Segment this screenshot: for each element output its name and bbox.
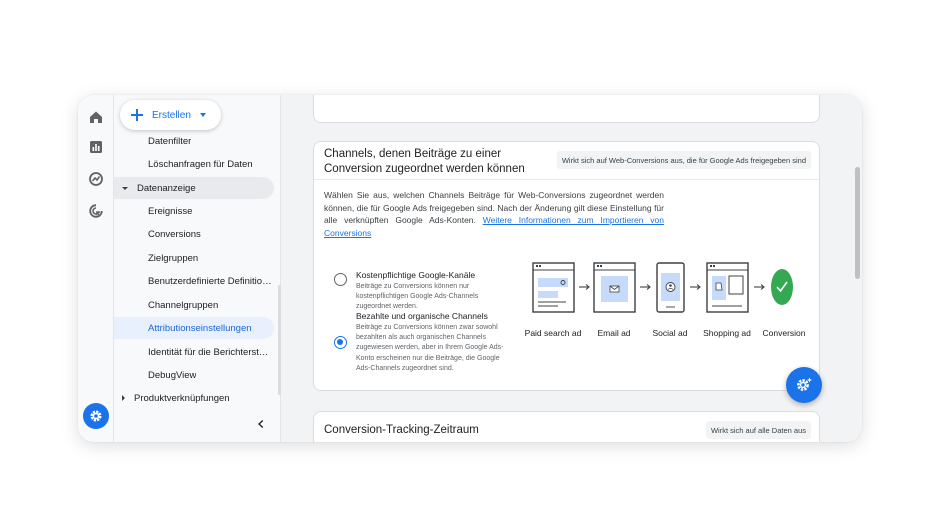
- flow-label-social: Social ad: [652, 328, 688, 338]
- conversion-check-icon: [771, 269, 793, 305]
- caret-down-icon: [199, 113, 206, 117]
- nav-group-produktverknuepfungen[interactable]: Produktverknüpfungen: [114, 387, 274, 409]
- option-paid-google-channels[interactable]: Kostenpflichtige Google-Kanäle Beiträge …: [334, 269, 506, 313]
- paid-search-window-icon: [532, 262, 575, 313]
- admin-navigation: Datenfilter Löschanfragen für Daten Date…: [114, 95, 281, 442]
- nav-item-datenfilter[interactable]: Datenfilter: [114, 130, 274, 152]
- nav-item-identitaet-berichterstellung[interactable]: Identität für die Berichterstellung: [114, 341, 274, 363]
- collapse-nav-button[interactable]: [254, 417, 268, 431]
- attribution-flow-illustration: Paid search ad Email ad Social ad Shoppi…: [524, 262, 818, 342]
- gear-icon: [90, 410, 102, 422]
- nav-item-debugview[interactable]: DebugView: [114, 364, 274, 386]
- nav-item-channelgruppen[interactable]: Channelgruppen: [114, 294, 274, 316]
- radio-paid-google-channels[interactable]: [334, 273, 347, 286]
- help-fab-button[interactable]: [786, 367, 822, 403]
- admin-gear-button[interactable]: [83, 403, 109, 429]
- explore-icon[interactable]: [86, 169, 106, 189]
- radio-paid-and-organic-channels[interactable]: [334, 336, 347, 349]
- chevron-left-icon: [257, 419, 264, 429]
- nav-item-ereignisse[interactable]: Ereignisse: [114, 200, 274, 222]
- settings-sparkle-icon: [797, 377, 812, 391]
- main-content: Channels, denen Beiträge zu einer Conver…: [281, 95, 862, 442]
- reports-icon[interactable]: [86, 137, 106, 157]
- nav-item-zielgruppen[interactable]: Zielgruppen: [114, 247, 274, 269]
- flow-label-shopping: Shopping ad: [703, 328, 751, 338]
- nav-group-datenanzeige[interactable]: Datenanzeige: [114, 177, 274, 199]
- email-window-icon: [593, 262, 636, 313]
- flow-label-paid-search: Paid search ad: [524, 328, 582, 338]
- nav-item-benutzerdefinierte-definitionen[interactable]: Benutzerdefinierte Definitionen: [114, 270, 274, 292]
- main-scrollbar[interactable]: [855, 167, 860, 279]
- channels-card: Channels, denen Beiträge zu einer Conver…: [313, 141, 820, 391]
- arrow-icon: [690, 284, 701, 290]
- arrow-icon: [754, 284, 765, 290]
- home-icon[interactable]: [86, 107, 106, 127]
- advertising-icon[interactable]: [86, 201, 106, 221]
- option-paid-and-organic-channels[interactable]: Bezahlte und organische Channels Beiträg…: [334, 310, 506, 374]
- plus-icon: [131, 109, 143, 121]
- shopping-window-icon: [706, 262, 749, 313]
- conversion-period-title: Conversion-Tracking-Zeitraum: [324, 424, 479, 436]
- nav-item-loeschanfragen[interactable]: Löschanfragen für Daten: [114, 153, 274, 175]
- app-window: Datenfilter Löschanfragen für Daten Date…: [78, 95, 862, 442]
- icon-rail: [78, 95, 114, 442]
- channels-card-header: Channels, denen Beiträge zu einer Conver…: [314, 142, 819, 180]
- arrow-icon: [640, 284, 651, 290]
- flow-label-email: Email ad: [597, 328, 631, 338]
- channels-card-title: Channels, denen Beiträge zu einer Conver…: [324, 148, 525, 175]
- nav-item-attributionseinstellungen[interactable]: Attributionseinstellungen: [114, 317, 274, 339]
- scope-chip: Wirkt sich auf Web-Conversions aus, die …: [556, 151, 811, 169]
- channels-description: Wählen Sie aus, welchen Channels Beiträg…: [324, 190, 665, 238]
- arrow-icon: [579, 284, 590, 290]
- conversion-period-card: Conversion-Tracking-Zeitraum Wirkt sich …: [313, 411, 820, 442]
- social-phone-icon: [656, 262, 685, 313]
- nav-item-conversions[interactable]: Conversions: [114, 223, 274, 245]
- expand-arrow-icon: [122, 186, 128, 190]
- collapse-arrow-icon: [122, 395, 125, 401]
- previous-card: [313, 95, 820, 123]
- flow-label-conversion: Conversion: [762, 328, 806, 338]
- period-scope-chip: Wirkt sich auf alle Daten aus: [705, 421, 811, 439]
- create-button[interactable]: Erstellen: [120, 100, 221, 130]
- flow-graphic: [532, 262, 793, 313]
